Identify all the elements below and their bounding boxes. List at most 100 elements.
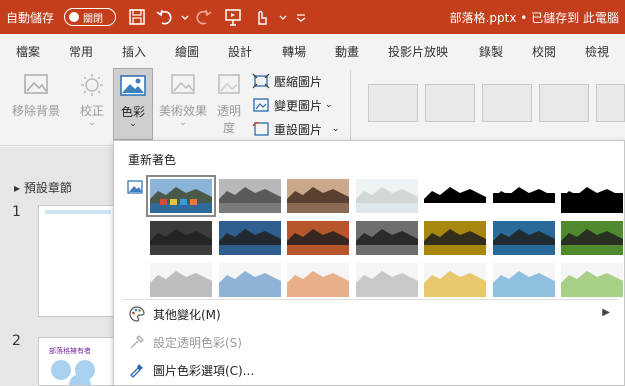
artistic-dropdown-icon: ⌄ xyxy=(179,118,187,128)
recolor-swatch[interactable] xyxy=(355,179,418,213)
color-dropdown-menu: 重新著色 其他變化(M) ▶ 設定透明色彩(S) 圖片色彩選項(C)... xyxy=(113,140,625,386)
recolor-swatch[interactable] xyxy=(492,221,555,255)
reset-picture-button[interactable]: 重設圖片 ⌄ xyxy=(252,118,340,140)
transparency-label-2: 度 xyxy=(222,121,235,135)
corrections-icon xyxy=(78,72,106,98)
color-label: 色彩 xyxy=(120,105,145,119)
more-variations-item[interactable]: 其他變化(M) ▶ xyxy=(128,303,618,325)
recolor-swatch[interactable] xyxy=(146,175,216,217)
reset-picture-label: 重設圖片 xyxy=(274,122,323,137)
section-header[interactable]: ▸ 預設章節 xyxy=(14,179,72,196)
change-picture-dropdown-icon: ⌄ xyxy=(325,100,333,110)
tab-design[interactable]: 設計 xyxy=(228,43,252,60)
picture-style-thumb[interactable] xyxy=(539,84,589,122)
autosave-toggle[interactable]: 關閉 xyxy=(64,8,116,26)
color-icon xyxy=(119,73,147,99)
picture-style-thumb[interactable] xyxy=(482,84,532,122)
ribbon-panel: 移除背景 校正 ⌄ 色彩 ⌄ 美術效果 ⌄ 透明 度 壓縮圖片 變更圖片 ⌄ 重… xyxy=(0,66,625,146)
recolor-swatch[interactable] xyxy=(424,179,486,213)
recolor-swatch[interactable] xyxy=(218,263,281,297)
compress-icon xyxy=(252,73,270,89)
slide-thumbnail[interactable]: 部落格擁有者 xyxy=(38,337,118,386)
save-icon[interactable] xyxy=(126,6,148,28)
document-title: 部落格.pptx • 已儲存到 此電腦 xyxy=(449,11,619,25)
recolor-header: 重新著色 xyxy=(128,153,177,167)
slide-thumbnail[interactable] xyxy=(38,205,118,317)
change-picture-icon xyxy=(253,98,269,112)
recolor-swatch[interactable] xyxy=(561,221,623,255)
recolor-swatch[interactable] xyxy=(287,263,349,297)
corrections-button[interactable]: 校正 ⌄ xyxy=(74,72,110,128)
tab-animations[interactable]: 動畫 xyxy=(335,43,359,60)
ribbon-tabs: 檔案 常用 插入 繪圖 設計 轉場 動畫 投影片放映 錄製 校閱 檢視 xyxy=(0,34,625,66)
color-button[interactable]: 色彩 ⌄ xyxy=(113,68,153,140)
artistic-effects-icon xyxy=(169,72,197,98)
recolor-swatch[interactable] xyxy=(218,221,281,255)
menu-separator xyxy=(122,299,618,300)
slide-thumbnail-banner xyxy=(45,210,111,214)
toggle-knob xyxy=(69,12,79,22)
reset-picture-icon xyxy=(252,122,269,136)
transparency-button[interactable]: 透明 度 xyxy=(212,72,246,136)
remove-background-button[interactable]: 移除背景 xyxy=(8,72,64,119)
undo-icon[interactable] xyxy=(154,6,176,28)
tab-slideshow[interactable]: 投影片放映 xyxy=(388,43,448,60)
recolor-swatch[interactable] xyxy=(287,179,349,213)
set-transparent-label: 設定透明色彩(S) xyxy=(153,335,242,350)
tab-file[interactable]: 檔案 xyxy=(16,43,40,60)
recolor-swatch[interactable] xyxy=(561,263,623,297)
transparency-icon xyxy=(215,72,243,98)
recolor-swatch[interactable] xyxy=(150,221,212,255)
tab-draw[interactable]: 繪圖 xyxy=(175,43,199,60)
tab-insert[interactable]: 插入 xyxy=(122,43,146,60)
touch-dropdown-icon[interactable] xyxy=(272,6,287,28)
toggle-label: 關閉 xyxy=(83,14,103,25)
picture-style-thumb[interactable] xyxy=(425,84,475,122)
section-name: 預設章節 xyxy=(23,181,72,195)
recolor-swatch[interactable] xyxy=(492,263,555,297)
set-transparent-color-item[interactable]: 設定透明色彩(S) xyxy=(128,331,618,353)
redo-icon[interactable] xyxy=(192,6,214,28)
present-icon[interactable] xyxy=(222,6,244,28)
picture-style-thumb[interactable] xyxy=(368,84,418,122)
recolor-swatch[interactable] xyxy=(424,221,486,255)
palette-icon xyxy=(129,306,145,322)
change-picture-label: 變更圖片 xyxy=(274,98,323,113)
title-bar: 自動儲存 關閉 部落格.pptx • 已儲存到 此電腦 xyxy=(0,0,625,34)
more-variations-label: 其他變化(M) xyxy=(153,307,221,322)
tab-view[interactable]: 檢視 xyxy=(585,43,609,60)
recolor-swatch[interactable] xyxy=(218,179,281,213)
autosave-label: 自動儲存 xyxy=(6,11,55,25)
slide-thumbnail-title: 部落格擁有者 xyxy=(49,347,91,355)
remove-background-label: 移除背景 xyxy=(11,104,60,118)
tab-transitions[interactable]: 轉場 xyxy=(282,43,306,60)
recolor-swatch[interactable] xyxy=(492,179,555,213)
corrections-dropdown-icon: ⌄ xyxy=(88,118,96,128)
slide-thumbnail-pane: ▸ 預設章節 1 2 部落格擁有者 xyxy=(0,147,118,386)
tab-record[interactable]: 錄製 xyxy=(479,43,503,60)
undo-dropdown-icon[interactable] xyxy=(174,6,189,28)
recolor-swatch[interactable] xyxy=(355,221,418,255)
artistic-effects-button[interactable]: 美術效果 ⌄ xyxy=(158,72,208,128)
transparency-label: 透明 xyxy=(216,104,241,118)
compress-label: 壓縮圖片 xyxy=(274,74,323,89)
picture-style-thumb[interactable] xyxy=(596,84,625,122)
picture-color-options-item[interactable]: 圖片色彩選項(C)... xyxy=(128,359,618,381)
recolor-picture-icon xyxy=(127,180,143,194)
recolor-swatch[interactable] xyxy=(150,263,212,297)
submenu-arrow-icon: ▶ xyxy=(602,307,610,318)
recolor-swatch[interactable] xyxy=(424,263,486,297)
compress-pictures-button[interactable]: 壓縮圖片 xyxy=(252,70,322,92)
change-picture-button[interactable]: 變更圖片 ⌄ xyxy=(252,94,333,116)
tab-review[interactable]: 校閱 xyxy=(532,43,556,60)
touch-mode-icon[interactable] xyxy=(250,6,272,28)
tab-home[interactable]: 常用 xyxy=(69,43,93,60)
recolor-swatch[interactable] xyxy=(287,221,349,255)
recolor-swatch[interactable] xyxy=(561,179,623,213)
remove-background-icon xyxy=(22,72,50,98)
corrections-label: 校正 xyxy=(79,104,104,118)
recolor-swatch[interactable] xyxy=(355,263,418,297)
picture-color-options-icon xyxy=(130,364,143,378)
slide-number: 2 xyxy=(12,333,21,349)
customize-toolbar-icon[interactable] xyxy=(290,6,306,28)
